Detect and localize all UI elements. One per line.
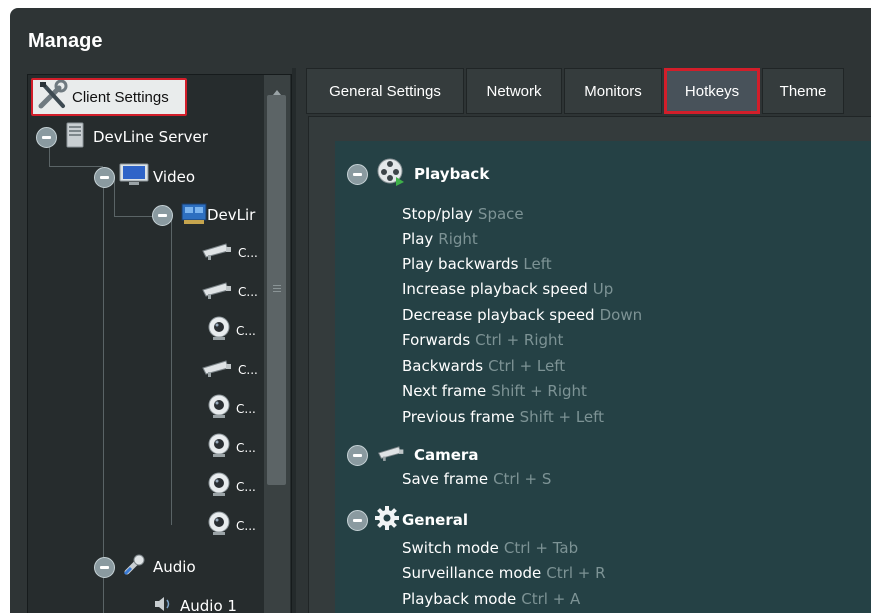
- camera-icon: [200, 358, 234, 382]
- camera-label: C...: [236, 480, 256, 494]
- hotkey-row[interactable]: Switch mode Ctrl + Tab: [402, 539, 578, 557]
- hotkey-row[interactable]: Surveillance mode Ctrl + R: [402, 564, 606, 582]
- tree-item-video[interactable]: Video: [94, 163, 195, 191]
- tab-monitors[interactable]: Monitors: [564, 68, 662, 114]
- section-playback[interactable]: Playback: [347, 157, 489, 191]
- tree-item-camera[interactable]: C...: [200, 356, 258, 384]
- server-label: DevLine Server: [93, 128, 208, 146]
- collapse-icon[interactable]: [94, 166, 115, 188]
- hotkey-row[interactable]: Next frame Shift + Right: [402, 382, 587, 400]
- collapse-icon[interactable]: [347, 163, 368, 185]
- camera-icon: [200, 241, 234, 265]
- scroll-up-icon[interactable]: [272, 81, 282, 100]
- tab-general-settings[interactable]: General Settings: [306, 68, 464, 114]
- camera-label: C...: [238, 285, 258, 299]
- hotkey-row[interactable]: Forwards Ctrl + Right: [402, 331, 563, 349]
- gear-icon: [374, 505, 400, 535]
- tree-item-camera[interactable]: C...: [206, 433, 256, 463]
- hotkey-row[interactable]: Stop/play Space: [402, 205, 524, 223]
- camera-label: C...: [236, 441, 256, 455]
- camera-icon: [376, 443, 406, 467]
- collapse-icon[interactable]: [36, 126, 57, 148]
- tab-network[interactable]: Network: [466, 68, 562, 114]
- device-label: DevLir: [207, 206, 256, 224]
- hotkeys-panel: Playback Stop/play Space Play Right Play b…: [308, 116, 871, 613]
- camera-icon: [200, 280, 234, 304]
- camera-label: C...: [238, 363, 258, 377]
- client-settings-label: Client Settings: [72, 88, 169, 106]
- hotkey-row[interactable]: Play Right: [402, 230, 478, 248]
- camera-label: C...: [236, 519, 256, 533]
- tree-scrollbar[interactable]: [264, 75, 290, 613]
- webcam-icon: [206, 394, 232, 424]
- tools-icon: [37, 79, 69, 114]
- tab-hotkeys[interactable]: Hotkeys: [664, 68, 760, 114]
- tree-item-camera[interactable]: C...: [206, 394, 256, 424]
- manage-window: Manage Client Settings DevLine Server Vi…: [10, 8, 871, 613]
- collapse-icon[interactable]: [94, 556, 115, 578]
- webcam-icon: [206, 433, 232, 463]
- capture-card-icon: [181, 200, 207, 230]
- window-title: Manage: [28, 30, 103, 52]
- section-title: Camera: [414, 446, 479, 464]
- hotkey-row[interactable]: Play backwards Left: [402, 255, 552, 273]
- section-general[interactable]: General: [347, 505, 468, 535]
- tree-item-device[interactable]: DevLir: [152, 201, 255, 229]
- tree-item-camera[interactable]: C...: [200, 239, 258, 267]
- webcam-icon: [206, 316, 232, 346]
- tree-item-camera[interactable]: C...: [206, 472, 256, 502]
- hotkey-row[interactable]: Previous frame Shift + Left: [402, 408, 604, 426]
- hotkey-row[interactable]: Playback mode Ctrl + A: [402, 590, 580, 608]
- hotkeys-list: Playback Stop/play Space Play Right Play b…: [335, 141, 871, 613]
- webcam-icon: [206, 472, 232, 502]
- tree-item-audio[interactable]: Audio: [94, 553, 196, 581]
- tree-item-server[interactable]: DevLine Server: [36, 122, 208, 152]
- microphone-icon: [123, 554, 147, 580]
- hotkey-row[interactable]: Increase playback speed Up: [402, 280, 613, 298]
- hotkey-row[interactable]: Save frame Ctrl + S: [402, 470, 551, 488]
- camera-label: C...: [236, 324, 256, 338]
- server-icon: [65, 122, 85, 152]
- section-title: General: [402, 511, 468, 529]
- speaker-icon: [152, 593, 174, 613]
- tree-item-camera[interactable]: C...: [200, 278, 258, 306]
- video-label: Video: [153, 168, 196, 186]
- film-reel-icon: [376, 157, 406, 191]
- webcam-icon: [206, 511, 232, 541]
- audio-label: Audio: [153, 558, 196, 576]
- collapse-icon[interactable]: [347, 509, 368, 531]
- tree-item-client-settings[interactable]: Client Settings: [31, 78, 187, 116]
- tab-theme[interactable]: Theme: [762, 68, 844, 114]
- camera-label: C...: [236, 402, 256, 416]
- tree-item-audio-1[interactable]: Audio 1: [152, 592, 237, 613]
- tree-item-camera[interactable]: C...: [206, 316, 256, 346]
- collapse-icon[interactable]: [347, 444, 368, 466]
- hotkey-row[interactable]: Backwards Ctrl + Left: [402, 357, 565, 375]
- audio-1-label: Audio 1: [180, 597, 237, 613]
- section-camera[interactable]: Camera: [347, 443, 478, 467]
- monitor-icon: [119, 163, 149, 191]
- tree-item-camera[interactable]: C...: [206, 511, 256, 541]
- collapse-icon[interactable]: [152, 204, 173, 226]
- section-title: Playback: [414, 165, 490, 183]
- hotkey-row[interactable]: Decrease playback speed Down: [402, 306, 642, 324]
- scroll-thumb[interactable]: [267, 95, 286, 485]
- settings-tree: Client Settings DevLine Server Video Dev…: [27, 74, 292, 613]
- camera-label: C...: [238, 246, 258, 260]
